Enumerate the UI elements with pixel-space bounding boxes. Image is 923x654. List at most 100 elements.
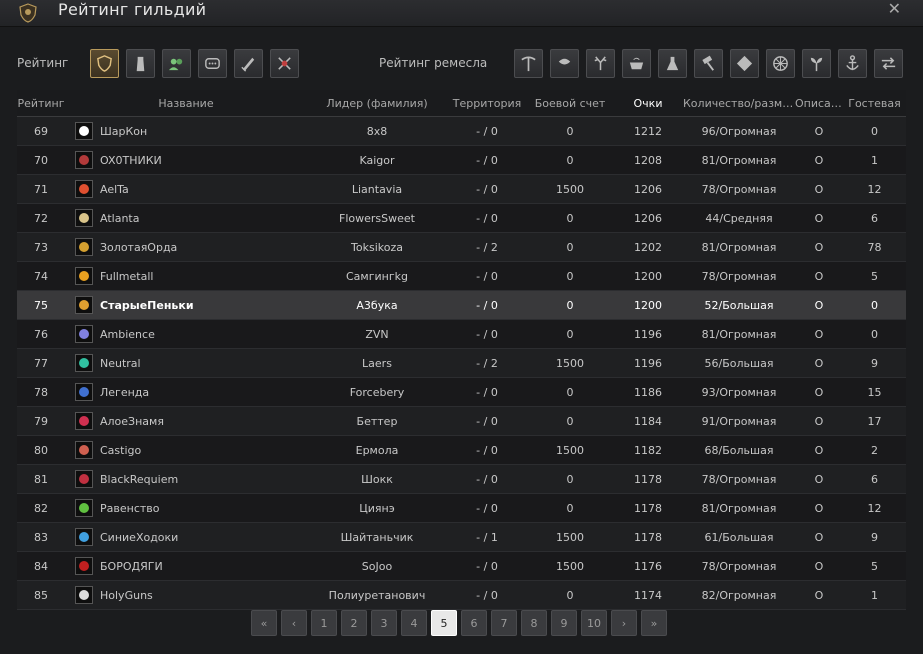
table-row[interactable]: 79 АлоеЗнамя Беттер - / 0 0 1184 91/Огромная O 1…: [17, 407, 906, 436]
table-row[interactable]: 76 Ambience ZVN - / 0 0 1196 81/Огромная O 0: [17, 320, 906, 349]
cell-description[interactable]: O: [795, 212, 843, 225]
table-row[interactable]: 69 ШарКон 8x8 - / 0 0 1212 96/Огромная O 0: [17, 117, 906, 146]
cell-name: СиниеХодоки: [65, 528, 307, 546]
cell-name: Fullmetall: [65, 267, 307, 285]
cell-description[interactable]: O: [795, 328, 843, 341]
cell-description[interactable]: O: [795, 502, 843, 515]
table-row[interactable]: 75 СтарыеПеньки А3бука - / 0 0 1200 52/Большая…: [17, 291, 906, 320]
table-row[interactable]: 80 Castigo Ермола - / 0 1500 1182 68/Большая O 2: [17, 436, 906, 465]
craft-category-trade-arrows[interactable]: [874, 49, 903, 78]
last-page-button[interactable]: »: [641, 610, 667, 636]
page-button-3[interactable]: 3: [371, 610, 397, 636]
guild-emblem-icon: [75, 441, 93, 459]
table-row[interactable]: 71 AelTa Liantavia - / 0 1500 1206 78/Огромная…: [17, 175, 906, 204]
cell-battle-score: 0: [566, 327, 574, 341]
craft-category-fishing[interactable]: [550, 49, 579, 78]
header-leader[interactable]: Лидер (фамилия): [307, 97, 447, 110]
cell-description[interactable]: O: [795, 154, 843, 167]
page-button-8[interactable]: 8: [521, 610, 547, 636]
header-name[interactable]: Название: [65, 97, 307, 110]
cell-count-size: 81/Огромная: [701, 501, 777, 515]
cell-description[interactable]: O: [795, 386, 843, 399]
rating-category-sword[interactable]: [234, 49, 263, 78]
first-page-button[interactable]: «: [251, 610, 277, 636]
table-row[interactable]: 84 БОРОДЯГИ SoJoo - / 0 1500 1176 78/Огромная O…: [17, 552, 906, 581]
craft-category-cooking-pot[interactable]: [622, 49, 651, 78]
cell-description[interactable]: O: [795, 444, 843, 457]
table-row[interactable]: 81 BlackRequiem Шокк - / 0 0 1178 78/Огромная O…: [17, 465, 906, 494]
cell-guest: 2: [871, 443, 878, 457]
craft-category-antlers[interactable]: [586, 49, 615, 78]
emblem-color: [79, 300, 89, 310]
page-button-2[interactable]: 2: [341, 610, 367, 636]
table-row[interactable]: 78 Легенда Forcebery - / 0 0 1186 93/Огромная O…: [17, 378, 906, 407]
page-button-9[interactable]: 9: [551, 610, 577, 636]
cell-description[interactable]: O: [795, 357, 843, 370]
cell-description[interactable]: O: [795, 125, 843, 138]
guild-emblem-icon: [75, 122, 93, 140]
table-row[interactable]: 73 ЗолотаяОрда Toksikoza - / 2 0 1202 81/Огром…: [17, 233, 906, 262]
cell-description[interactable]: O: [795, 531, 843, 544]
guild-emblem-icon: [75, 528, 93, 546]
cell-rank: 74: [34, 269, 48, 283]
cell-description[interactable]: O: [795, 589, 843, 602]
cell-description[interactable]: O: [795, 473, 843, 486]
rating-category-crossed-flags[interactable]: [270, 49, 299, 78]
page-button-5[interactable]: 5: [431, 610, 457, 636]
table-row[interactable]: 72 Atlanta FlowersSweet - / 0 0 1206 44/Средня…: [17, 204, 906, 233]
cell-count-size: 78/Огромная: [701, 269, 777, 283]
header-rank[interactable]: Рейтинг: [17, 97, 65, 110]
page-button-7[interactable]: 7: [491, 610, 517, 636]
page-button-4[interactable]: 4: [401, 610, 427, 636]
table-row[interactable]: 83 СиниеХодоки Шайтаньчик - / 1 1500 1178 61/Б…: [17, 523, 906, 552]
cell-guest: 78: [867, 240, 882, 254]
header-description[interactable]: Описание: [795, 97, 843, 110]
guild-emblem-icon: [75, 267, 93, 285]
rating-category-tower[interactable]: [126, 49, 155, 78]
cell-count-size: 78/Огромная: [701, 182, 777, 196]
prev-page-button[interactable]: ‹: [281, 610, 307, 636]
craft-category-wheel[interactable]: [766, 49, 795, 78]
cell-points: 1196: [634, 327, 662, 341]
table-row[interactable]: 85 HolyGuns Полиуретанович - / 0 0 1174 82/Огр…: [17, 581, 906, 610]
cell-leader: Циянэ: [359, 501, 395, 515]
cell-description[interactable]: O: [795, 270, 843, 283]
header-points[interactable]: Очки: [613, 97, 683, 110]
header-territory[interactable]: Территория: [447, 97, 527, 110]
page-button-10[interactable]: 10: [581, 610, 607, 636]
cell-points: 1200: [634, 298, 662, 312]
craft-category-anchor[interactable]: [838, 49, 867, 78]
emblem-color: [79, 329, 89, 339]
emblem-color: [79, 271, 89, 281]
cell-description[interactable]: O: [795, 299, 843, 312]
header-count-size[interactable]: Количество/размер: [683, 97, 795, 110]
wheel-icon: [773, 56, 788, 71]
guild-emblem-icon: [75, 238, 93, 256]
table-row[interactable]: 74 Fullmetall Самгингkg - / 0 0 1200 78/Огромн…: [17, 262, 906, 291]
close-button[interactable]: ✕: [888, 0, 901, 18]
cell-description[interactable]: O: [795, 415, 843, 428]
craft-category-alchemy-flask[interactable]: [658, 49, 687, 78]
page-button-6[interactable]: 6: [461, 610, 487, 636]
rating-category-shield-crest[interactable]: [90, 49, 119, 78]
table-row[interactable]: 70 OX0TНИКИ Kaigor - / 0 0 1208 81/Огромная O 1: [17, 146, 906, 175]
header-guest[interactable]: Гостевая: [843, 97, 906, 110]
cell-description[interactable]: O: [795, 560, 843, 573]
cell-points: 1184: [634, 414, 662, 428]
header-battle-score[interactable]: Боевой счет: [527, 97, 613, 110]
page-button-1[interactable]: 1: [311, 610, 337, 636]
rating-category-chat-bubble[interactable]: [198, 49, 227, 78]
cell-description[interactable]: O: [795, 183, 843, 196]
emblem-color: [79, 155, 89, 165]
table-row[interactable]: 77 Neutral Laers - / 2 1500 1196 56/Большая O 9: [17, 349, 906, 378]
cell-description[interactable]: O: [795, 241, 843, 254]
cell-territory: - / 0: [476, 472, 498, 486]
craft-category-sprout[interactable]: [802, 49, 831, 78]
cell-rank: 75: [34, 298, 48, 312]
craft-category-arrow-shield[interactable]: [730, 49, 759, 78]
craft-category-pickaxe[interactable]: [514, 49, 543, 78]
next-page-button[interactable]: ›: [611, 610, 637, 636]
table-row[interactable]: 82 Равенство Циянэ - / 0 0 1178 81/Огромная O 12: [17, 494, 906, 523]
rating-category-people[interactable]: [162, 49, 191, 78]
craft-category-hammer[interactable]: [694, 49, 723, 78]
